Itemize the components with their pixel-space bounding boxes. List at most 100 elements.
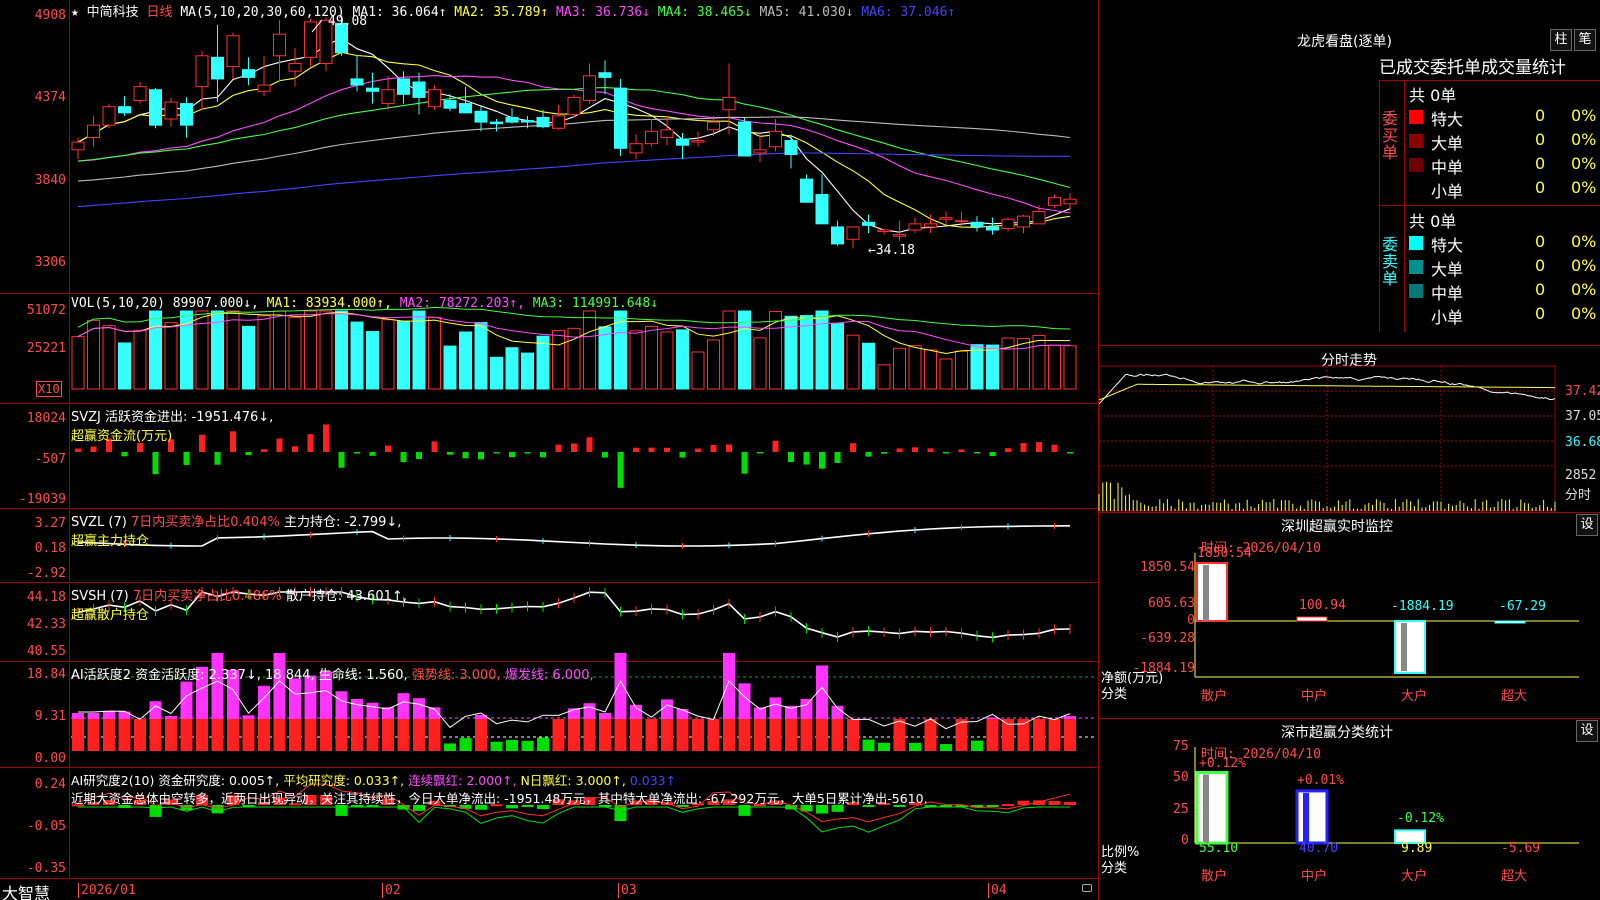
svzj-panel[interactable]: 18024 -507 -19039 SVZJ 活跃资金进出: -1951.476…: [0, 405, 1097, 509]
ma10-line: [77, 51, 1071, 228]
svzj-legend: SVZJ 活跃资金进出: -1951.476↓, 超赢资金流(万元): [71, 406, 273, 444]
volume-chart[interactable]: [0, 295, 1097, 404]
activity-base-bar: [196, 719, 208, 751]
candle-body: [769, 130, 782, 148]
retail-net-bar: [1196, 562, 1228, 622]
volume-bar: [1063, 345, 1077, 390]
candle-body: [738, 121, 751, 157]
candle-body: [211, 56, 224, 80]
activity-low-bar: [878, 742, 890, 751]
sell-row-color-swatch: [1409, 236, 1423, 250]
activity-peak-bar: [986, 717, 999, 719]
flow-bar: [633, 447, 639, 452]
activity-low-bar: [971, 740, 983, 751]
buy-row-name: 中单: [1431, 158, 1464, 177]
intraday-panel[interactable]: 分时走势 37.42 37.05 36.68 2852 分时: [1098, 345, 1600, 512]
volume-bar: [319, 310, 333, 390]
kline-panel[interactable]: 4908 4374 3840 3306 ★ 中简科技 日线 MA(5,10,20…: [0, 0, 1097, 294]
flow-bar: [183, 452, 190, 466]
sell-section: 委卖单 共 0单 特大 0 0% 大单 0 0% 中单 0 0% 小单 0 0%: [1379, 206, 1600, 332]
class-top-label: +0.01%: [1297, 773, 1344, 788]
volume-bar: [877, 364, 891, 390]
tick-view-button[interactable]: 笔: [1574, 29, 1596, 51]
intraday-chart[interactable]: [1098, 346, 1600, 513]
sell-row-name: 小单: [1431, 308, 1464, 327]
vol-ma2: MA2: 78272.203↑,: [399, 296, 525, 311]
svzl-hold: 主力持仓: -2.799↓,: [283, 515, 402, 530]
class-value: 9.89: [1401, 841, 1433, 856]
activity-peak-bar: [211, 653, 224, 719]
candle-body: [412, 81, 426, 98]
class-value: -5.69: [1501, 841, 1541, 856]
candle-body: [490, 121, 503, 125]
flow-bar: [90, 446, 97, 452]
flow-bar: [803, 452, 810, 465]
volume-bar: [381, 319, 395, 390]
candlestick-chart[interactable]: [0, 0, 1097, 294]
activity-peak-bar: [289, 678, 301, 719]
activity-peak-bar: [583, 703, 596, 719]
activity-base-bar: [552, 719, 565, 751]
candle-body: [87, 124, 100, 138]
activity-base-bar: [785, 719, 797, 751]
volume-bar: [583, 310, 596, 390]
flow-bar: [571, 443, 577, 452]
svzl-panel[interactable]: 3.27 0.18 -2.92 SVZL (7) 7日内买卖净占比0.404% …: [0, 510, 1097, 583]
class-value: 40.70: [1299, 841, 1339, 856]
buy-row-name: 小单: [1431, 182, 1464, 201]
volume-bar: [815, 310, 829, 390]
monitor-category: 中户: [1301, 689, 1328, 704]
volume-bar: [660, 331, 674, 390]
class-category: 中户: [1301, 869, 1328, 884]
class-y-label: 0: [1181, 833, 1189, 848]
date-label: 04: [988, 883, 1007, 898]
sell-row-pct: 0%: [1571, 232, 1597, 251]
activity-base-bar: [428, 719, 441, 751]
volume-bar: [350, 321, 364, 390]
volume-bar: [1032, 335, 1046, 390]
mid-ratio-bar-shade: [1303, 792, 1309, 843]
activity-low-bar: [940, 744, 952, 751]
flow-bar: [245, 452, 252, 456]
volume-bar: [893, 347, 906, 390]
flow-bar: [152, 452, 159, 475]
ai-activity-panel[interactable]: 18.84 9.31 0.00 AI活跃度2 资金活跃度: 2.337↓, 18…: [0, 653, 1097, 768]
buy-row-pct: 0%: [1571, 178, 1597, 197]
activity-base-bar: [382, 719, 394, 751]
ma5-value: MA5: 41.030↓: [759, 5, 854, 20]
retail-ratio-bar: [1195, 770, 1229, 845]
sz-class-panel[interactable]: 深市超赢分类统计 设 时间: 2026/04/10 75 50 25 0 比例%…: [1098, 718, 1600, 900]
volume-bar: [180, 310, 193, 390]
ai-research-panel[interactable]: 0.24 -0.05 -0.35 AI研究度2(10) 资金研究度: 0.005…: [0, 769, 1097, 879]
candle-body: [815, 194, 829, 225]
flow-bar: [338, 452, 345, 468]
flow-bar: [586, 437, 593, 452]
volume-panel[interactable]: 51072 25221 X10 VOL(5,10,20) 89907.000↓,…: [0, 295, 1097, 404]
stock-name[interactable]: 中简科技: [87, 5, 139, 20]
candle-body: [257, 84, 271, 92]
flow-bar: [307, 434, 314, 452]
flow-bar: [261, 449, 267, 452]
period-label[interactable]: 日线: [147, 5, 173, 20]
volume-bar: [552, 329, 565, 390]
activity-base-bar: [165, 719, 177, 751]
buy-section-body: 共 0单 特大 0 0% 大单 0 0% 中单 0 0% 小单 0 0%: [1404, 80, 1600, 206]
ai-comment-text: 近期大资金总体由空转多，近两日出现异动，关注其持续性，今日大单净流出: -195…: [71, 791, 928, 806]
svsh-panel[interactable]: 44.18 42.33 40.55 SVSH (7) 7日内买卖净占比0.486…: [0, 584, 1097, 662]
volume-bar: [598, 326, 612, 390]
sell-side-label: 委卖单: [1382, 235, 1399, 288]
large-net-bar: [1394, 620, 1426, 674]
volume-bar: [986, 344, 999, 390]
activity-base-bar: [847, 719, 859, 751]
flow-bar: [974, 452, 980, 454]
flow-bar: [276, 438, 283, 452]
bar-view-button[interactable]: 柱: [1550, 29, 1572, 51]
lock-icon[interactable]: [1082, 884, 1092, 892]
favorite-star-icon[interactable]: ★: [71, 5, 79, 20]
flow-bar: [555, 444, 562, 452]
volume-bar: [428, 316, 441, 390]
volume-bar: [753, 337, 767, 390]
candle-body: [288, 62, 302, 72]
sz-monitor-panel[interactable]: 深圳超赢实时监控 设 时间: 2026/04/10 1850.54 605.63…: [1098, 512, 1600, 718]
activity-low-bar: [862, 739, 875, 751]
